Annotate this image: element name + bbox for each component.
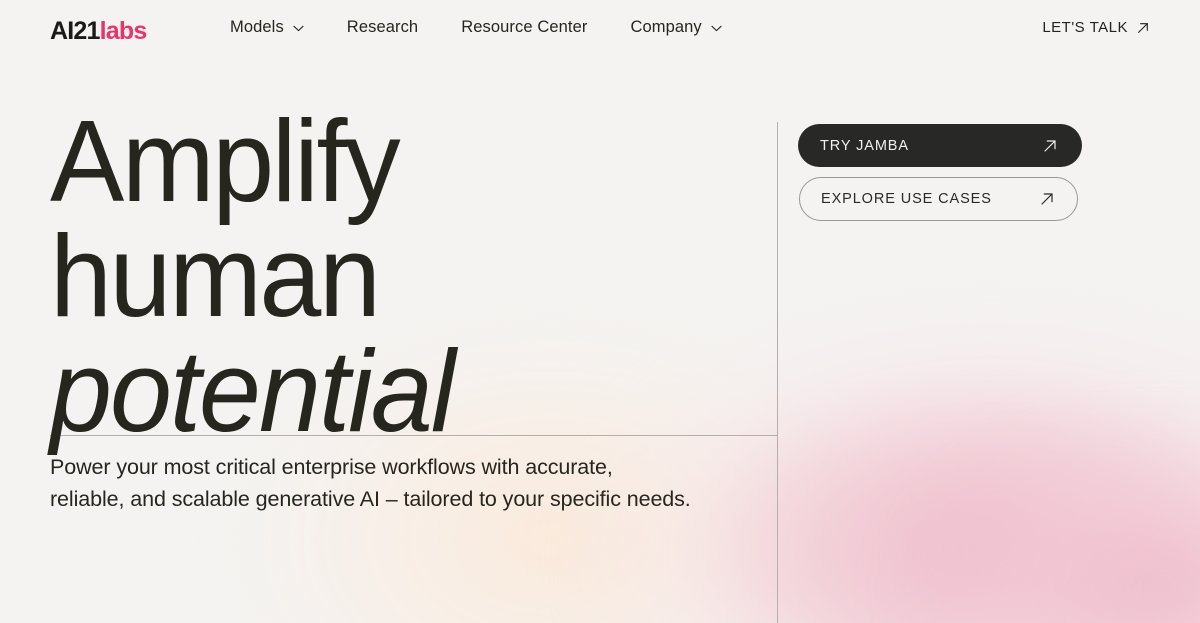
explore-use-cases-button[interactable]: EXPLORE USE CASES <box>799 177 1078 221</box>
nav-item-company[interactable]: Company <box>630 18 722 37</box>
chevron-down-icon <box>293 25 304 32</box>
chevron-down-icon <box>711 25 722 32</box>
explore-use-cases-label: EXPLORE USE CASES <box>821 191 992 207</box>
arrow-up-right-icon <box>1136 21 1150 35</box>
nav-item-label: Research <box>346 18 419 36</box>
background-glow-pink-secondary <box>900 420 1200 623</box>
nav-item-resource-center[interactable]: Resource Center <box>461 18 587 37</box>
lets-talk-link[interactable]: LET'S TALK <box>1042 19 1150 36</box>
nav-item-models[interactable]: Models <box>230 18 304 37</box>
nav-item-label: Models <box>230 18 284 36</box>
lets-talk-label: LET'S TALK <box>1042 19 1128 36</box>
hero-subcopy-line-1: Power your most critical enterprise work… <box>50 455 613 479</box>
try-jamba-button[interactable]: TRY JAMBA <box>798 124 1082 167</box>
nav-item-label: Resource Center <box>461 18 588 36</box>
hero-cta-group: TRY JAMBA EXPLORE USE CASES <box>798 124 1088 221</box>
hero-headline-line-1: Amplify human <box>50 96 401 341</box>
site-logo[interactable]: AI21 labs <box>50 17 148 45</box>
hero-subcopy: Power your most critical enterprise work… <box>50 451 780 515</box>
primary-navigation: Models Research Resource Center Company <box>230 18 722 37</box>
arrow-up-right-icon <box>1042 138 1058 154</box>
nav-item-research[interactable]: Research <box>347 18 418 37</box>
nav-item-label: Company <box>630 18 702 36</box>
logo-mark-text: AI21 <box>50 17 100 45</box>
hero-headline: Amplify human potential <box>50 103 751 456</box>
arrow-up-right-icon <box>1039 191 1055 207</box>
hero-headline-line-2: potential <box>50 325 456 456</box>
hero-section: Amplify human potential <box>50 103 780 456</box>
hero-subcopy-line-2: reliable, and scalable generative AI – t… <box>50 487 691 511</box>
try-jamba-label: TRY JAMBA <box>820 137 909 154</box>
logo-word-text: labs <box>99 17 148 45</box>
page-root: AI21 labs Models Research Resource Center… <box>0 0 1200 623</box>
site-header: AI21 labs Models Research Resource Center… <box>0 0 1200 62</box>
